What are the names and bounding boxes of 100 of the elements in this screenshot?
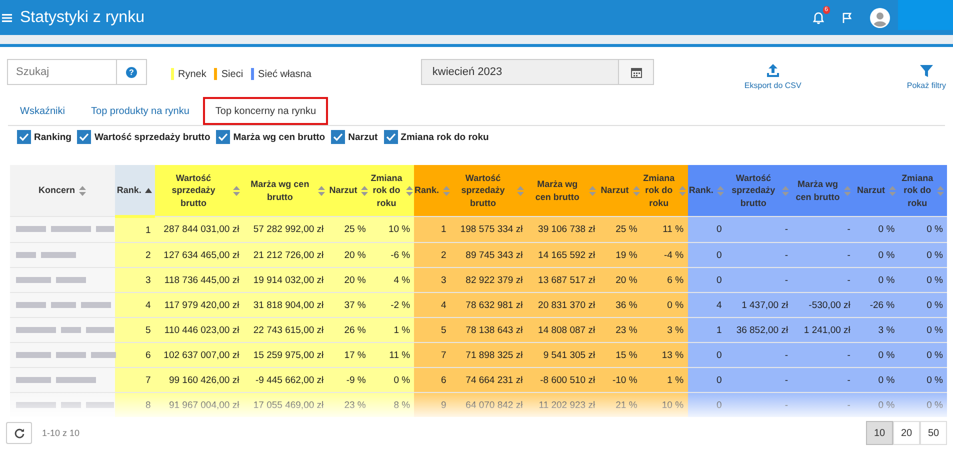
table-cell: - (784, 400, 788, 410)
table-cell: 0 % (926, 250, 943, 260)
table-cell: 14 808 087 zł (538, 324, 596, 336)
page-size-button[interactable]: 20 (893, 421, 920, 445)
table-cell: - (784, 250, 788, 260)
avatar-icon[interactable] (870, 8, 890, 28)
table-cell: 0 % (926, 400, 943, 410)
column-header[interactable]: Zmiana rok do roku (370, 165, 414, 216)
legend-label: Sieci (221, 68, 244, 80)
column-header[interactable]: Marża wg cen brutto (526, 165, 600, 216)
table-cell: 0 % (878, 274, 895, 286)
filter-icon (920, 64, 933, 78)
checkbox[interactable] (17, 130, 31, 144)
calendar-button[interactable] (618, 59, 654, 85)
column-header[interactable]: Narzut (328, 165, 370, 216)
table-cell: 15 259 975,00 zł (253, 350, 324, 360)
table-cell: 91 967 004,00 zł (168, 400, 240, 410)
table-cell: 0 % (878, 400, 895, 410)
page-size-button[interactable]: 50 (920, 421, 947, 445)
blurred-company-name (16, 252, 76, 258)
page-size-button[interactable]: 10 (866, 421, 893, 445)
checkbox[interactable] (216, 130, 230, 144)
menu-icon[interactable] (2, 14, 12, 22)
column-header[interactable]: Narzut (854, 165, 899, 216)
checkbox-label: Zmiana rok do roku (400, 132, 489, 142)
table-cell: 1 241,00 zł (804, 324, 850, 336)
table-cell: 2 (145, 250, 151, 260)
table-cell: 20 % (616, 274, 638, 286)
table-cell: 0 (716, 400, 722, 410)
table-cell: 0 % (394, 374, 410, 386)
filter-button[interactable]: Pokaż filtry (906, 64, 946, 90)
table-cell: 0 % (667, 300, 684, 310)
table-cell: -4 % (664, 250, 684, 260)
table-cell: 8 % (394, 400, 410, 410)
table-cell: 89 745 343 zł (466, 250, 523, 260)
refresh-icon (14, 428, 24, 438)
flag-icon[interactable] (842, 12, 852, 23)
table-cell: -10 % (612, 374, 638, 386)
date-field[interactable]: kwiecień 2023 (421, 59, 618, 85)
table-cell: - (847, 374, 850, 386)
column-header[interactable]: Zmiana rok do roku (898, 165, 947, 216)
table-cell: 11 % (389, 350, 410, 360)
column-header[interactable]: Wartość sprzedaży brutto (726, 165, 792, 216)
tab[interactable]: Wskaźniki (8, 97, 78, 125)
table-cell: 0 (716, 350, 722, 360)
table-cell: -9 % (346, 374, 366, 386)
checkbox[interactable] (384, 130, 398, 144)
column-header[interactable]: Koncern (10, 165, 115, 216)
table-cell: 21 212 726,00 zł (253, 250, 324, 260)
column-header[interactable]: Rank. (688, 165, 726, 216)
table-cell: 21 % (616, 400, 638, 410)
column-header[interactable]: Rank. (414, 165, 450, 216)
table-cell: 19 % (616, 250, 638, 260)
upload-icon (766, 64, 780, 78)
table-cell: 71 898 325 zł (466, 350, 523, 360)
tab[interactable]: Top produkty na rynku (79, 97, 202, 125)
refresh-button[interactable] (6, 422, 32, 444)
table-cell: 78 632 981 zł (466, 300, 523, 310)
table-cell: 6 % (667, 274, 684, 286)
table-cell: 36 % (616, 300, 638, 310)
column-header[interactable]: Marża wg cen brutto (792, 165, 854, 216)
table-cell: 3 (441, 274, 446, 286)
checkbox[interactable] (77, 130, 92, 144)
column-header[interactable]: Wartość sprzedaży brutto (450, 165, 527, 216)
help-button[interactable]: ? (117, 59, 147, 85)
table-cell: 6 (145, 350, 151, 360)
table-cell: 4 (441, 300, 446, 310)
table-cell: 0 % (926, 374, 943, 386)
column-header[interactable]: Marża wg cen brutto (243, 165, 328, 216)
search-field[interactable]: Szukaj (7, 59, 117, 85)
table-cell: 74 664 231 zł (466, 374, 523, 386)
column-header[interactable]: Rank. (114, 165, 155, 216)
column-header[interactable]: Wartość sprzedaży brutto (154, 165, 244, 216)
calendar-icon (630, 66, 642, 78)
table-cell: 0 % (926, 300, 943, 310)
column-header[interactable]: Zmiana rok do roku (641, 165, 688, 216)
table-cell: 4 (716, 300, 722, 310)
table-cell: 13 % (662, 350, 684, 360)
tab[interactable]: Top koncerny na rynku (203, 97, 328, 125)
table-cell: 1 % (667, 374, 684, 386)
checkbox[interactable] (331, 130, 346, 144)
table-cell: 117 979 420,00 zł (164, 300, 240, 310)
table-cell: 8 (145, 400, 151, 410)
table-cell: 82 922 379 zł (466, 274, 523, 286)
table-cell: 9 (441, 400, 446, 410)
table-cell: 0 % (926, 324, 943, 336)
table-cell: 36 852,00 zł (736, 324, 788, 336)
column-header[interactable]: Narzut (599, 165, 642, 216)
table-cell: 17 055 469,00 zł (253, 400, 324, 410)
table-cell: 198 575 334 zł (460, 224, 523, 235)
bell-icon[interactable] (813, 12, 824, 24)
table-cell: 0 (716, 250, 722, 260)
table-cell: 57 282 992,00 zł (253, 224, 324, 235)
table-cell: -26 % (870, 300, 895, 310)
page-range: 1-10 z 10 (42, 428, 80, 438)
export-button[interactable]: Eksport do CSV (744, 64, 802, 90)
table-cell: 64 070 842 zł (466, 400, 523, 410)
table-cell: 22 743 615,00 zł (253, 324, 324, 336)
table-cell: 25 % (616, 224, 638, 235)
table-cell: 0 (716, 224, 722, 235)
